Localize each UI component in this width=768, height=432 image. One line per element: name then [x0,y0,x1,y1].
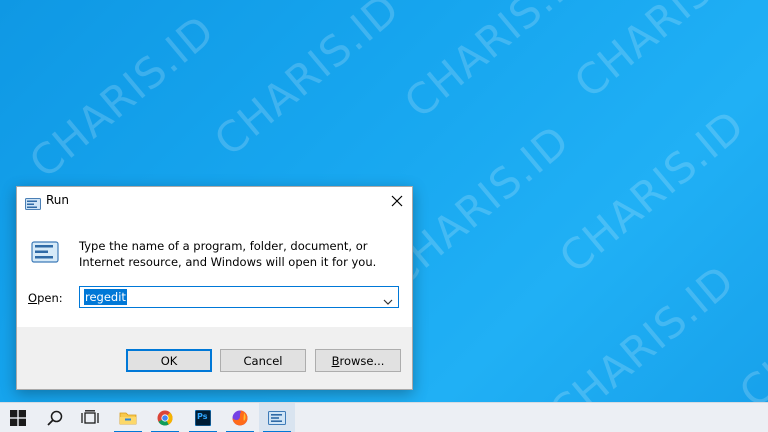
start-button[interactable] [0,403,36,432]
dialog-description: Type the name of a program, folder, docu… [79,239,377,269]
photoshop-button[interactable]: Ps [185,403,221,432]
watermark: CHARIS.ID [550,100,754,283]
watermark: CHARIS.ID [565,0,768,108]
task-view-icon [81,410,99,424]
firefox-icon [232,410,248,426]
watermark: CHARIS.ID [20,5,224,188]
chrome-button[interactable] [147,403,183,432]
run-dialog: Run Type the name of a program, folder, … [16,186,413,390]
open-combobox[interactable]: regedit [79,286,399,308]
open-label-accel: O [28,291,38,305]
run-program-icon [31,241,59,263]
title-bar[interactable]: Run [17,187,412,215]
open-label-rest: pen: [37,291,63,305]
run-icon [25,195,41,210]
close-icon [391,195,403,207]
chevron-down-icon[interactable] [382,292,394,305]
task-view-button[interactable] [72,403,108,432]
cancel-button[interactable]: Cancel [220,349,306,372]
watermark: CHARIS.ID [395,0,599,128]
folder-icon [119,412,137,425]
open-label: Open: [28,291,63,305]
open-input[interactable]: regedit [84,289,127,305]
watermark: CHARIS.ID [730,235,768,402]
run-taskbar-button[interactable] [259,403,295,432]
ok-button[interactable]: OK [126,349,212,372]
firefox-button[interactable] [222,403,258,432]
chrome-icon [157,410,173,426]
button-bar: OK Cancel Browse... [17,327,412,389]
photoshop-label: Ps [197,412,208,421]
browse-label-accel: B [331,353,340,368]
watermark: CHARIS.ID [205,0,409,166]
windows-logo-icon [10,410,26,426]
file-explorer-button[interactable] [110,403,146,432]
run-icon [268,411,286,425]
close-button[interactable] [382,187,412,215]
search-icon [47,410,63,426]
search-button[interactable] [37,403,73,432]
browse-button[interactable]: Browse... [315,349,401,372]
watermark: CHARIS.ID [540,255,744,402]
dialog-title: Run [46,193,70,207]
browse-label-rest: rowse... [339,353,385,368]
dialog-content: Type the name of a program, folder, docu… [17,215,412,327]
taskbar: Ps [0,402,768,432]
